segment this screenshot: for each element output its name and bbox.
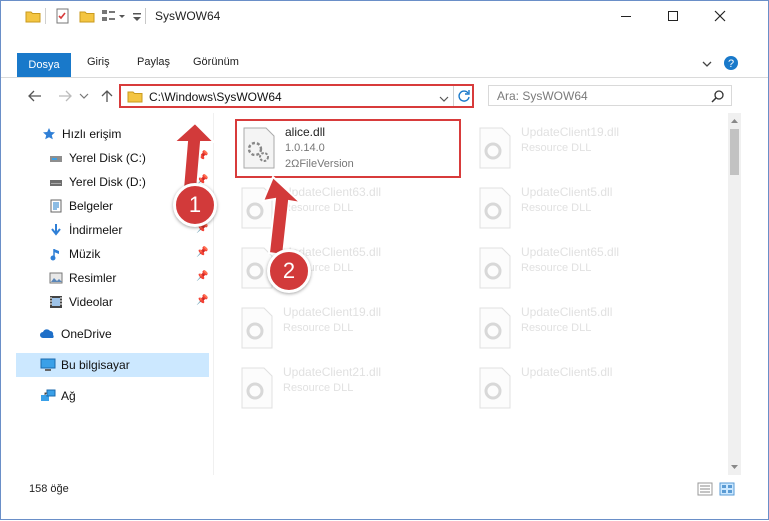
explorer-window: SysWOW64 Dosya Giriş Paylaş Görünüm ? C:… [0,0,769,520]
step-callout-1: 1 [173,183,217,227]
step-callout-2: 2 [267,249,311,293]
annotation-arrows [171,121,305,257]
